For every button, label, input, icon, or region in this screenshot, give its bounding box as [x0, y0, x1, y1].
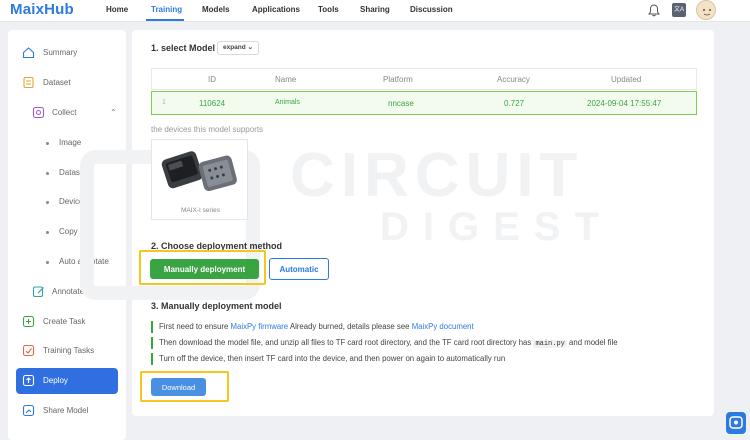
col-platform: Platform	[383, 75, 413, 84]
instruction-step-2: Then download the model file, and unzip …	[151, 337, 618, 349]
share-icon	[22, 404, 35, 417]
device-card[interactable]: MAIX-I series	[151, 139, 248, 220]
bell-icon[interactable]	[648, 4, 660, 17]
col-id: ID	[208, 75, 216, 84]
collect-icon	[32, 106, 45, 119]
top-nav: MaixHub Home Training Models Application…	[0, 0, 750, 22]
tasks-icon	[22, 344, 35, 357]
sidebar-item-share-model[interactable]: Share Model	[16, 398, 118, 424]
automatic-deployment-button[interactable]: Automatic	[269, 258, 329, 280]
col-accuracy: Accuracy	[497, 75, 530, 84]
sidebar-label: Share Model	[43, 406, 89, 415]
sidebar-item-dataset[interactable]: Dataset	[16, 70, 118, 96]
watermark-line2: DIGEST	[380, 205, 613, 249]
step-text: and model file	[566, 338, 618, 347]
home-icon	[22, 47, 35, 59]
cell-updated: 2024-09-04 17:55:47	[587, 99, 662, 108]
sidebar-label: Dataset	[43, 78, 71, 87]
sidebar-item-summary[interactable]: Summary	[16, 40, 118, 66]
step-text: Then download the model file, and unzip …	[159, 338, 534, 347]
nav-applications[interactable]: Applications	[252, 5, 300, 14]
bullet-icon	[46, 261, 49, 264]
sidebar-label: Deploy	[43, 376, 68, 385]
step-text: Turn off the device, then insert TF card…	[159, 354, 506, 363]
model-table-header: ID Name Platform Accuracy Updated	[151, 68, 697, 90]
instruction-step-3: Turn off the device, then insert TF card…	[151, 353, 505, 365]
maixpy-document-link[interactable]: MaixPy document	[412, 322, 474, 331]
manual-deployment-button[interactable]: Manually deployment	[150, 259, 259, 279]
step1-title: 1. select Model	[151, 43, 216, 53]
add-icon	[22, 315, 35, 328]
device-caption: MAIX-I series	[180, 207, 220, 214]
nav-training[interactable]: Training	[151, 5, 182, 14]
download-button[interactable]: Download	[151, 378, 206, 396]
nav-home[interactable]: Home	[106, 5, 128, 14]
sidebar-item-training-tasks[interactable]: Training Tasks	[16, 338, 118, 364]
cell-accuracy: 0.727	[504, 99, 525, 108]
sidebar-label: Collect	[52, 108, 77, 117]
code-main-py: main.py	[533, 340, 567, 348]
bullet-icon	[46, 142, 49, 145]
language-icon[interactable]: 文A	[672, 3, 686, 17]
bullet-icon	[46, 231, 49, 234]
nav-models[interactable]: Models	[202, 5, 230, 14]
sidebar-item-create-task[interactable]: Create Task	[16, 309, 118, 335]
chevron-up-icon[interactable]: ⌃	[110, 108, 117, 117]
bullet-icon	[46, 172, 49, 175]
step-text: Already burned, details please see	[288, 322, 412, 331]
cell-platform: nncase	[388, 99, 414, 108]
device-image	[161, 151, 237, 192]
watermark-line1: CIRCUIT	[290, 141, 584, 210]
sidebar-label: Annotate	[52, 287, 85, 296]
bullet-icon	[46, 201, 49, 204]
cell-id: 110624	[199, 99, 226, 108]
avatar[interactable]	[696, 0, 716, 20]
sidebar-label: Copy	[59, 227, 78, 236]
sidebar-item-deploy[interactable]: Deploy	[16, 368, 118, 394]
step3-title: 3. Manually deployment model	[151, 301, 282, 311]
instruction-step-1: First need to ensure MaixPy firmware Alr…	[151, 321, 474, 333]
expand-dropdown[interactable]: expand ⌄	[217, 41, 259, 55]
edit-icon	[32, 286, 44, 298]
nav-tools[interactable]: Tools	[318, 5, 339, 14]
sidebar-label: Create Task	[43, 317, 86, 326]
nav-discussion[interactable]: Discussion	[410, 5, 453, 14]
supported-devices-label: the devices this model supports	[151, 125, 264, 134]
col-name: Name	[275, 75, 297, 84]
sidebar-item-collect[interactable]: Collect ⌃	[16, 100, 118, 126]
chat-icon	[729, 416, 743, 429]
step-text: First need to ensure	[159, 322, 231, 331]
table-row[interactable]: 1 110624 Animals nncase 0.727 2024-09-04…	[151, 91, 697, 115]
nav-sharing[interactable]: Sharing	[360, 5, 390, 14]
document-icon	[23, 76, 34, 89]
help-chat-button[interactable]	[726, 412, 746, 434]
sidebar-label: Summary	[43, 48, 78, 57]
maixpy-firmware-link[interactable]: MaixPy firmware	[231, 322, 289, 331]
col-updated: Updated	[611, 75, 642, 84]
deploy-icon	[22, 374, 35, 387]
sidebar-label: Image	[59, 138, 82, 147]
nav-active-indicator	[146, 19, 184, 21]
row-index: 1	[162, 99, 166, 106]
cell-name: Animals	[275, 99, 300, 106]
maixhub-logo[interactable]: MaixHub	[10, 1, 74, 18]
sidebar-label: Training Tasks	[43, 346, 95, 355]
avatar-face-icon	[703, 9, 711, 16]
